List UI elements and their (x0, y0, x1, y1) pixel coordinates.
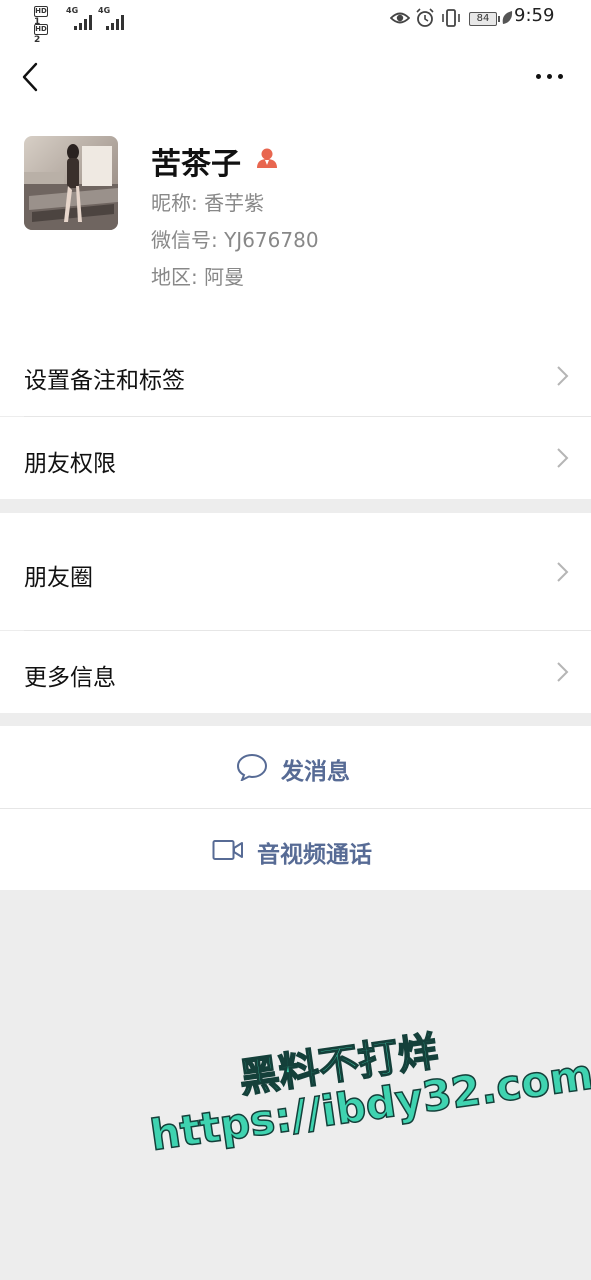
eye-icon (390, 12, 410, 24)
menu-item-label: 设置备注和标签 (24, 368, 185, 394)
menu-item-remark-tags[interactable]: 设置备注和标签 (0, 334, 591, 416)
more-dots-icon[interactable] (534, 70, 566, 84)
send-message-label: 发消息 (281, 759, 350, 785)
status-right: 84 9:59 (390, 5, 560, 32)
female-user-icon (257, 148, 277, 168)
avatar-photo (24, 136, 118, 230)
alarm-icon (416, 8, 434, 27)
battery-indicator: 84 (469, 12, 500, 26)
region-text: 地区: 阿曼 (151, 265, 245, 289)
clock: 9:59 (514, 5, 555, 26)
chevron-right-icon (557, 662, 569, 682)
chevron-left-icon[interactable] (20, 62, 40, 92)
leaf-icon (502, 11, 513, 24)
nickname-text: 昵称: 香芋紫 (151, 191, 265, 215)
send-message-button[interactable]: 发消息 (0, 726, 591, 808)
chevron-right-icon (557, 366, 569, 386)
menu-item-label: 更多信息 (24, 665, 116, 691)
contact-name: 苦茶子 (151, 147, 241, 182)
status-bar: HD1 HD2 4G 4G 84 9:59 (0, 0, 591, 45)
avatar[interactable] (24, 136, 118, 230)
chat-bubble-icon (236, 753, 268, 781)
menu-item-label: 朋友权限 (24, 451, 116, 477)
menu-item-friend-permissions[interactable]: 朋友权限 (0, 417, 591, 499)
chevron-right-icon (557, 562, 569, 582)
video-call-button[interactable]: 音视频通话 (0, 809, 591, 890)
wechat-id-text: 微信号: YJ676780 (151, 228, 319, 252)
chevron-right-icon (557, 448, 569, 468)
menu-item-label: 朋友圈 (24, 565, 93, 591)
video-camera-icon (212, 840, 243, 860)
vibrate-icon (442, 9, 460, 27)
sim2-indicator: HD2 (34, 24, 48, 45)
video-call-label: 音视频通话 (257, 842, 372, 868)
menu-item-moments[interactable]: 朋友圈 (0, 513, 591, 630)
menu-item-more-info[interactable]: 更多信息 (0, 631, 591, 713)
